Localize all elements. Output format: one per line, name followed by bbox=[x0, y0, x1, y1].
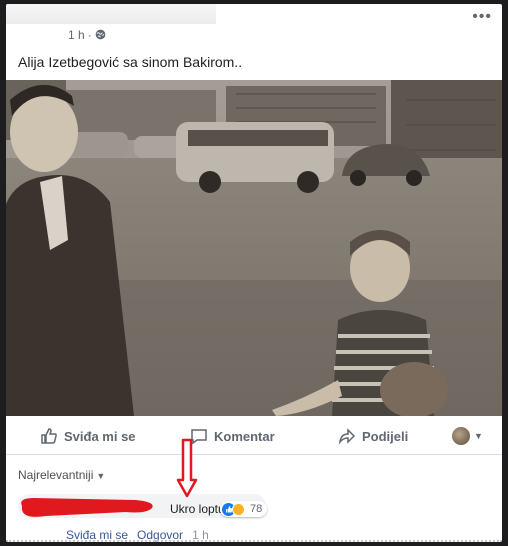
share-button[interactable]: Podijeli bbox=[338, 427, 408, 445]
post-card: 1 h · ••• Alija Izetbegović sa sinom Baki… bbox=[6, 4, 502, 542]
chevron-down-icon: ▼ bbox=[96, 471, 106, 481]
meta-separator: · bbox=[87, 28, 92, 42]
share-arrow-icon bbox=[338, 428, 356, 445]
chevron-down-icon: ▼ bbox=[474, 431, 483, 441]
post-meta[interactable]: 1 h · bbox=[68, 28, 106, 42]
share-label: Podijeli bbox=[362, 428, 409, 444]
reaction-as-selector[interactable]: ▼ bbox=[452, 427, 483, 445]
comment-sort-label: Najrelevantniji bbox=[18, 468, 94, 482]
card-bottom-edge bbox=[6, 537, 502, 542]
user-avatar-icon bbox=[452, 427, 470, 445]
haha-icon bbox=[232, 502, 245, 516]
post-text: Alija Izetbegović sa sinom Bakirom.. bbox=[18, 54, 243, 70]
post-action-bar: Sviđa mi se Komentar Podijeli ▼ bbox=[6, 418, 502, 455]
comment-sort-dropdown[interactable]: Najrelevantniji ▼ bbox=[18, 468, 105, 482]
red-arrow-annotation-icon bbox=[176, 438, 198, 498]
comment-label: Komentar bbox=[214, 428, 275, 444]
reaction-count: 78 bbox=[250, 503, 263, 515]
redacted-author-area bbox=[6, 4, 216, 24]
globe-icon bbox=[95, 29, 106, 40]
thumbs-up-icon bbox=[41, 428, 57, 444]
post-photo[interactable] bbox=[6, 80, 502, 416]
post-header: 1 h · ••• bbox=[6, 4, 502, 48]
post-timestamp[interactable]: 1 h bbox=[68, 28, 85, 42]
comment-button[interactable]: Komentar bbox=[190, 427, 275, 445]
comment-reactions[interactable]: 78 bbox=[220, 501, 268, 517]
more-dots-icon[interactable]: ••• bbox=[472, 8, 492, 26]
like-label: Sviđa mi se bbox=[64, 428, 136, 444]
like-button[interactable]: Sviđa mi se bbox=[40, 427, 136, 445]
vintage-street-photo bbox=[6, 80, 502, 416]
red-scribble-redaction bbox=[21, 498, 153, 517]
